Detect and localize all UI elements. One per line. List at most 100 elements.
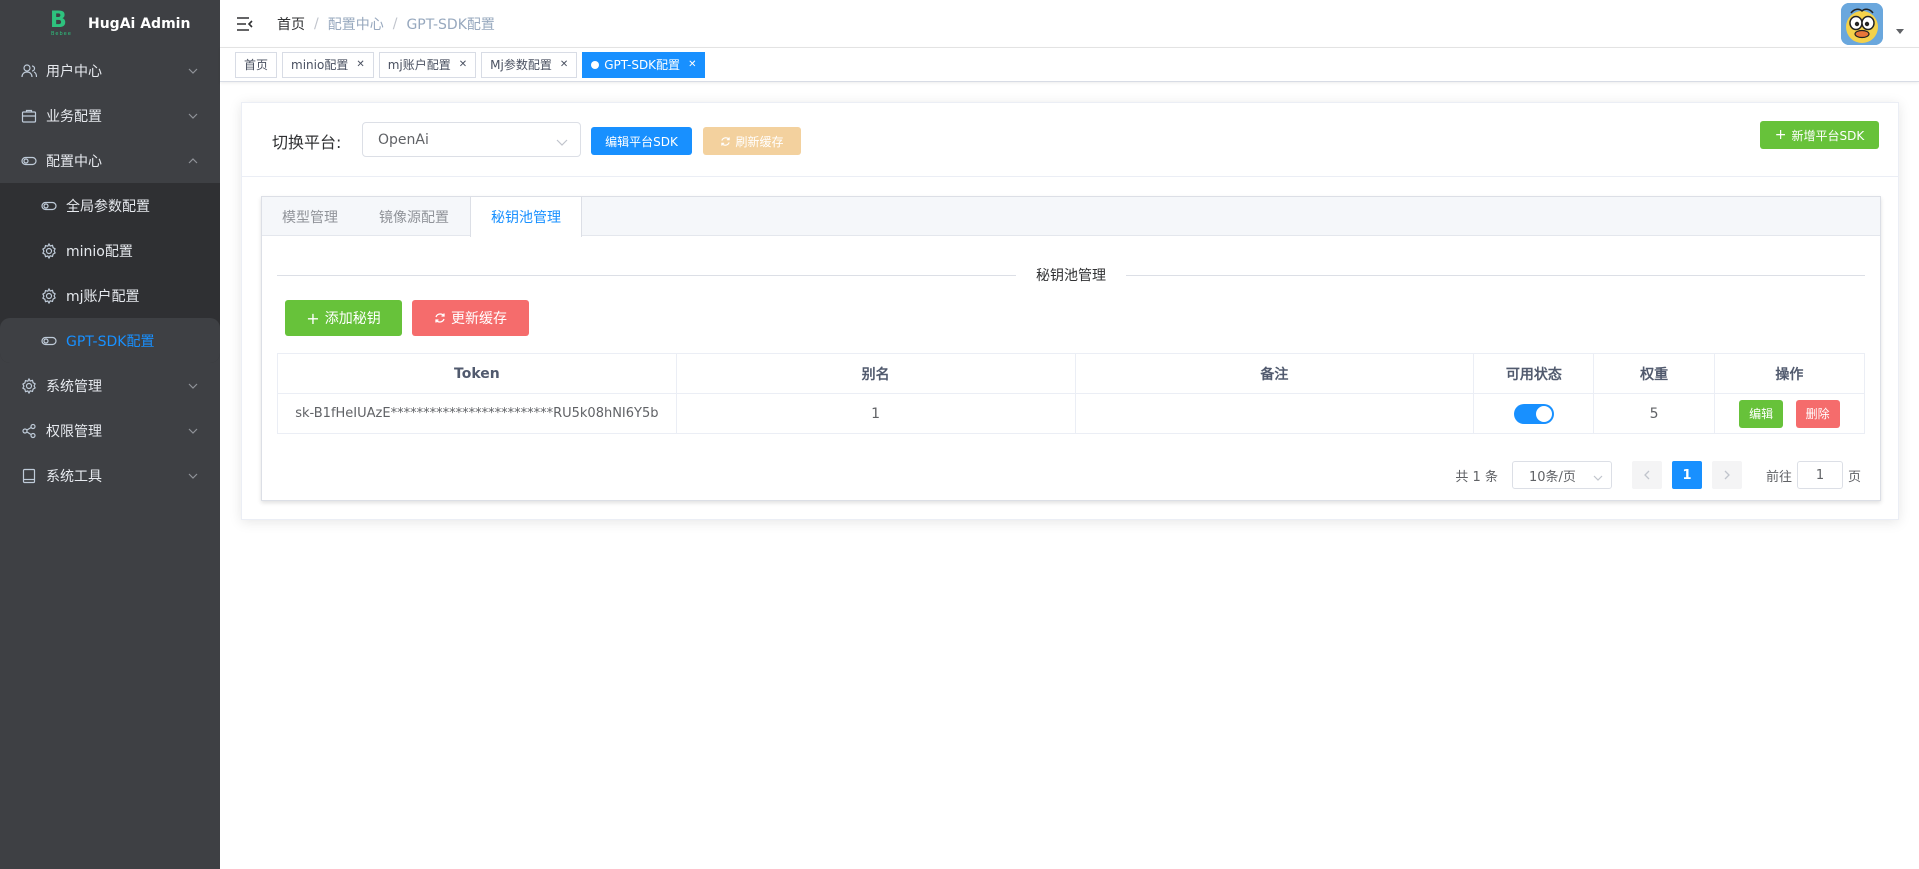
gear-icon — [40, 287, 58, 305]
close-icon[interactable]: ✕ — [356, 59, 364, 70]
submenu-config-center: 全局参数配置 minio配置 mj账户配置 GPT-SDK配置 — [0, 183, 220, 363]
sidebar-item-label: mj账户配置 — [66, 288, 140, 305]
sidebar-item-config-center[interactable]: 配置中心 — [0, 138, 220, 183]
refresh-icon — [434, 312, 446, 324]
sidebar-item-system-management[interactable]: 系统管理 — [0, 363, 220, 408]
tag-gpt-sdk[interactable]: GPT-SDK配置 ✕ — [582, 51, 706, 78]
chevron-down-icon — [188, 424, 198, 440]
refresh-cache-button[interactable]: 刷新缓存 — [703, 127, 801, 155]
update-cache-button[interactable]: 更新缓存 — [412, 300, 529, 336]
tab-mirror-config[interactable]: 镜像源配置 — [359, 197, 470, 236]
refresh-icon — [720, 136, 731, 147]
sidebar-item-business-config[interactable]: 业务配置 — [0, 93, 220, 138]
cell-status — [1473, 393, 1595, 434]
sidebar-item-label: 配置中心 — [46, 153, 102, 170]
breadcrumb-config-center: 配置中心 — [327, 16, 384, 33]
user-icon — [20, 62, 38, 80]
logo[interactable]: B Bebee HugAi Admin — [0, 0, 220, 48]
sidebar-item-user-center[interactable]: 用户中心 — [0, 48, 220, 93]
pagination-total: 共 1 条 — [1455, 469, 1498, 485]
add-key-button[interactable]: + 添加秘钥 — [285, 300, 402, 336]
prev-page-button[interactable] — [1631, 461, 1662, 489]
sidebar-item-label: 权限管理 — [46, 423, 102, 440]
pagination: 共 1 条 10条/页 1 前往 页 — [1455, 461, 1861, 489]
close-icon[interactable]: ✕ — [459, 59, 467, 70]
add-platform-sdk-button[interactable]: + 新增平台SDK — [1760, 121, 1879, 149]
close-icon[interactable]: ✕ — [560, 59, 568, 70]
tool-icon — [20, 467, 38, 485]
plus-icon: + — [1774, 127, 1787, 143]
cell-actions: 编辑 删除 — [1713, 393, 1866, 434]
app-title: HugAi Admin — [88, 16, 191, 32]
breadcrumb-current: GPT-SDK配置 — [406, 16, 495, 33]
column-header-note: 备注 — [1074, 353, 1475, 394]
page-number-current[interactable]: 1 — [1671, 461, 1702, 489]
cell-weight: 5 — [1593, 393, 1715, 434]
hamburger-icon[interactable] — [236, 15, 254, 33]
sidebar-item-label: minio配置 — [66, 243, 133, 260]
edit-platform-sdk-button[interactable]: 编辑平台SDK — [591, 127, 692, 155]
sidebar-item-permissions[interactable]: 权限管理 — [0, 408, 220, 453]
sidebar-subitem-gpt-sdk[interactable]: GPT-SDK配置 — [0, 318, 220, 363]
toggle-icon — [40, 332, 58, 350]
sidebar: B Bebee HugAi Admin 用户中心 业务配置 配置中心 全局参数配… — [0, 0, 220, 869]
card-header: 切换平台: OpenAi 编辑平台SDK 刷新缓存 + 新增平台SDK — [242, 103, 1898, 177]
sidebar-item-label: 系统管理 — [46, 378, 102, 395]
goto-page-input[interactable] — [1796, 461, 1843, 489]
plus-icon: + — [306, 308, 320, 328]
logo-icon: B Bebee — [50, 8, 72, 38]
page-suffix: 页 — [1847, 469, 1861, 485]
delete-button[interactable]: 删除 — [1795, 399, 1840, 428]
next-page-button[interactable] — [1711, 461, 1742, 489]
column-header-weight: 权重 — [1593, 353, 1715, 394]
chevron-down-icon — [1593, 471, 1603, 486]
gear-icon — [40, 242, 58, 260]
breadcrumb-separator: / — [314, 15, 319, 32]
tab-model-management[interactable]: 模型管理 — [262, 197, 359, 236]
main-card: 切换平台: OpenAi 编辑平台SDK 刷新缓存 + 新增平台SDK 模型管理… — [241, 102, 1899, 520]
tag-minio[interactable]: minio配置 ✕ — [282, 51, 374, 78]
breadcrumb-home[interactable]: 首页 — [277, 14, 305, 34]
breadcrumb-separator: / — [392, 15, 398, 32]
column-header-status: 可用状态 — [1473, 353, 1595, 394]
table-header-row: Token 别名 备注 可用状态 权重 操作 — [277, 353, 1866, 394]
goto-label: 前往 — [1765, 469, 1792, 485]
briefcase-icon — [20, 107, 38, 125]
sidebar-item-system-tools[interactable]: 系统工具 — [0, 453, 220, 498]
toggle-icon — [40, 197, 58, 215]
cell-alias: 1 — [675, 393, 1076, 434]
section-title: 秘钥池管理 — [1016, 265, 1126, 285]
breadcrumb: 首页 / 配置中心 / GPT-SDK配置 — [277, 14, 495, 34]
tab-key-pool[interactable]: 秘钥池管理 — [470, 197, 582, 237]
edit-button[interactable]: 编辑 — [1739, 399, 1784, 428]
sidebar-subitem-minio[interactable]: minio配置 — [0, 228, 220, 273]
platform-select[interactable]: OpenAi — [362, 122, 581, 157]
key-pool-table: Token 别名 备注 可用状态 权重 操作 sk-B1fHeIUAzE****… — [277, 353, 1866, 434]
column-header-token: Token — [277, 353, 677, 394]
chevron-down-icon — [188, 469, 198, 485]
sidebar-item-label: 业务配置 — [46, 108, 102, 125]
avatar[interactable] — [1841, 3, 1883, 45]
chevron-down-icon — [188, 64, 198, 80]
chevron-down-icon — [188, 379, 198, 395]
chevron-down-icon — [188, 109, 198, 125]
tag-mj-params[interactable]: Mj参数配置 ✕ — [481, 51, 578, 78]
table-row: sk-B1fHeIUAzE*************************RU… — [277, 393, 1866, 434]
tag-mj-account[interactable]: mj账户配置 ✕ — [378, 51, 477, 78]
close-icon[interactable]: ✕ — [688, 59, 696, 70]
sidebar-item-label: 用户中心 — [46, 63, 102, 80]
sidebar-subitem-global-params[interactable]: 全局参数配置 — [0, 183, 220, 228]
caret-down-icon[interactable] — [1896, 29, 1904, 34]
pagination-goto: 前往 页 — [1766, 461, 1861, 489]
tag-home[interactable]: 首页 — [235, 51, 278, 78]
page-size-select[interactable]: 10条/页 — [1511, 461, 1612, 489]
navbar: 首页 / 配置中心 / GPT-SDK配置 — [220, 0, 1919, 48]
active-dot-icon — [591, 60, 600, 69]
switch-platform-label: 切换平台: — [272, 133, 342, 152]
column-header-actions: 操作 — [1713, 353, 1866, 394]
sidebar-subitem-mj-account[interactable]: mj账户配置 — [0, 273, 220, 318]
column-header-alias: 别名 — [675, 353, 1076, 394]
status-toggle[interactable] — [1513, 403, 1554, 424]
tabs-header: 模型管理 镜像源配置 秘钥池管理 — [262, 197, 1880, 237]
tabs-card: 模型管理 镜像源配置 秘钥池管理 秘钥池管理 + 添加秘钥 更新缓存 Token… — [261, 196, 1881, 501]
